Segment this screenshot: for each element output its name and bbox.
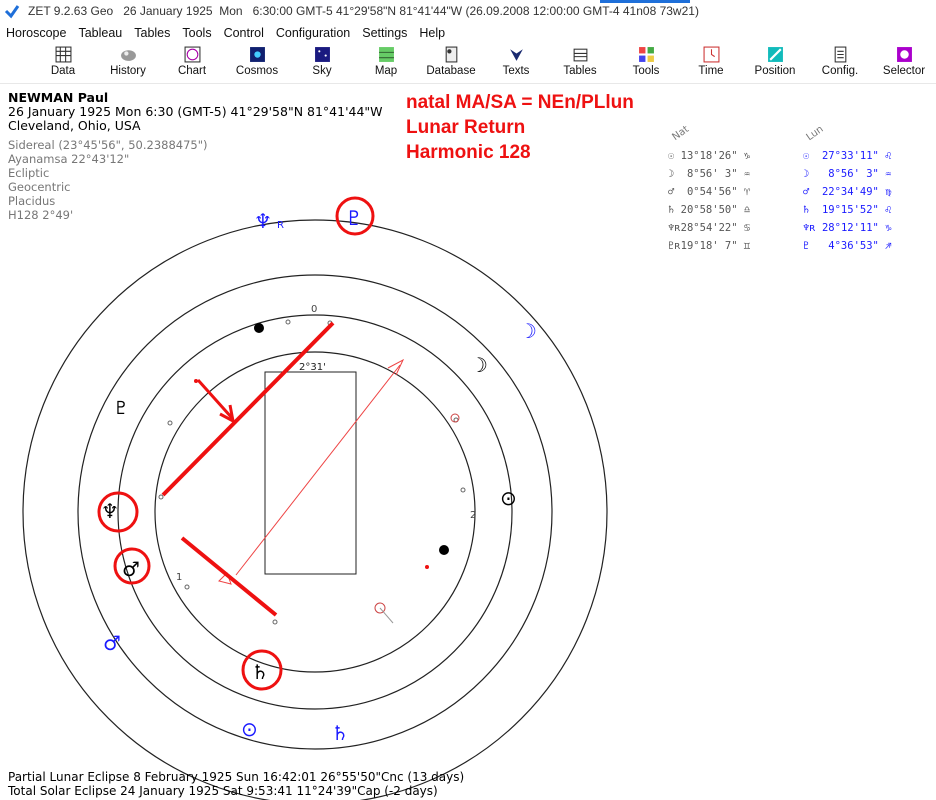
mars-icon: ♂ [103, 631, 121, 655]
neptune-icon: ♆ [101, 499, 119, 523]
tick-label-2: 2 [470, 510, 476, 521]
center-box [264, 371, 357, 575]
pluto-icon: ♇ [345, 206, 363, 230]
saturn-icon: ♄ [331, 721, 349, 745]
moon-icon: ☽ [470, 353, 488, 377]
natal-moon-marker [254, 323, 264, 333]
sun-icon: ⊙ [241, 717, 258, 741]
marker-leader [379, 607, 394, 624]
natal-sun-marker [439, 545, 449, 555]
solar-eclipse-line: Total Solar Eclipse 24 January 1925 Sat … [8, 784, 438, 798]
degree-label: 2°31' [299, 362, 326, 373]
pluto-icon: ♇ [113, 398, 129, 419]
tick-label-1: 1 [176, 572, 182, 583]
mars-icon: ♂ [122, 557, 140, 581]
eclipse-info: Partial Lunar Eclipse 8 February 1925 Su… [8, 770, 464, 798]
aspect-arrowhead [387, 358, 405, 376]
lunar-eclipse-line: Partial Lunar Eclipse 8 February 1925 Su… [8, 770, 465, 784]
pointer-arrow [196, 378, 234, 420]
retrograde-icon: R [277, 220, 284, 231]
tick-label-0: 0 [311, 304, 317, 315]
neptune-icon: ♆ [254, 209, 272, 233]
midpoint-second-line [180, 536, 278, 617]
sun-icon: ⊙ [500, 486, 517, 510]
horoscope-wheel[interactable]: 0 1 2 2°31' ☽ ⊙ ♇ ♆ ♂ ♄ ♆ R ♇ ☽ ♂ ⊙ ♄ [0, 0, 936, 800]
moon-icon: ☽ [519, 319, 537, 343]
red-dot-2 [425, 565, 429, 569]
red-dot [194, 379, 198, 383]
saturn-icon: ♄ [251, 660, 269, 684]
